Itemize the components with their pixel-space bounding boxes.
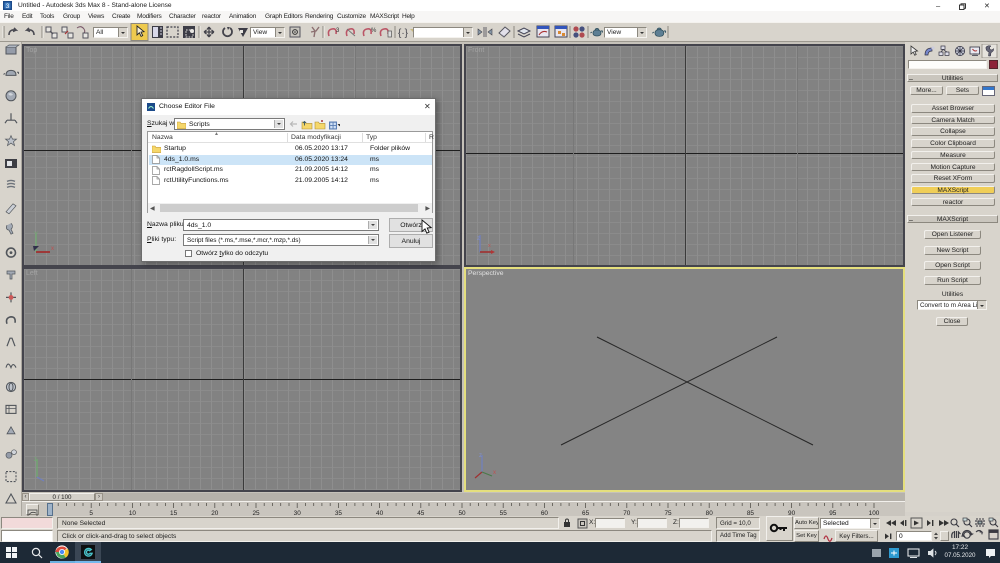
svg-text:x: x — [488, 243, 491, 249]
svg-text:Y: Y — [34, 232, 38, 238]
svg-text:z: z — [477, 236, 480, 242]
svg-text:z: z — [479, 453, 482, 459]
svg-text:x: x — [51, 246, 54, 252]
svg-text:{·}: {·} — [398, 28, 409, 39]
svg-text:z: z — [34, 457, 37, 463]
svg-text:3: 3 — [336, 28, 340, 34]
svg-text:x: x — [493, 470, 496, 476]
svg-text:%: % — [371, 28, 377, 34]
